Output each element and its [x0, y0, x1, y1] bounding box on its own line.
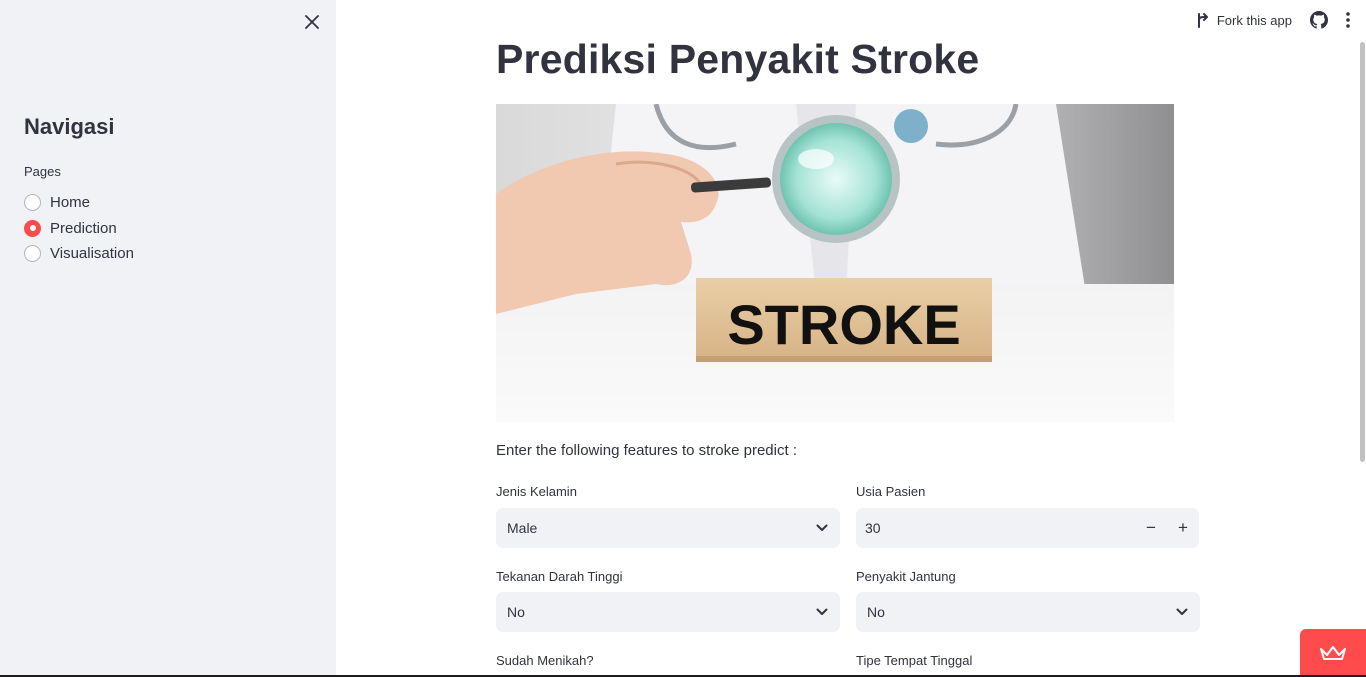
- github-icon: [1310, 11, 1328, 29]
- age-number-input[interactable]: 30 − +: [856, 508, 1199, 548]
- header-toolbar: Fork this app: [1196, 0, 1366, 40]
- fork-icon: [1197, 12, 1208, 28]
- hero-block-text: STROKE: [727, 293, 960, 356]
- pages-label: Pages: [24, 164, 61, 179]
- gender-label: Jenis Kelamin: [496, 484, 577, 499]
- close-icon: [305, 15, 319, 29]
- radio-button[interactable]: [24, 194, 41, 212]
- radio-label: Visualisation: [50, 245, 134, 263]
- residence-label: Tipe Tempat Tinggal: [856, 653, 973, 668]
- main-menu-button[interactable]: [1346, 12, 1350, 28]
- age-decrement-button[interactable]: −: [1135, 508, 1167, 548]
- age-increment-button[interactable]: +: [1167, 508, 1199, 548]
- page-title: Prediksi Penyakit Stroke: [496, 36, 980, 82]
- age-input-value[interactable]: 30: [856, 520, 1135, 536]
- hypertension-select[interactable]: No: [496, 592, 840, 632]
- gender-select[interactable]: Male: [496, 508, 840, 548]
- intro-text: Enter the following features to stroke p…: [496, 442, 797, 459]
- more-vertical-icon: [1346, 12, 1350, 28]
- crown-icon: [1320, 646, 1346, 660]
- age-label: Usia Pasien: [856, 484, 926, 499]
- fork-label: Fork this app: [1216, 12, 1292, 28]
- hero-image: STROKE: [496, 104, 1174, 422]
- radio-prediction[interactable]: Prediction: [24, 216, 134, 242]
- gender-select-value: Male: [507, 520, 538, 536]
- streamlit-badge-button[interactable]: [1300, 629, 1366, 677]
- scrollbar-thumb[interactable]: [1360, 42, 1365, 462]
- pages-radio-group: Home Prediction Visualisation: [24, 190, 134, 267]
- radio-visualisation[interactable]: Visualisation: [24, 241, 134, 267]
- radio-button[interactable]: [24, 245, 41, 263]
- radio-button-selected[interactable]: [24, 219, 41, 237]
- heart-disease-select-value: No: [867, 604, 885, 620]
- sidebar-title: Navigasi: [24, 114, 115, 139]
- radio-home[interactable]: Home: [24, 190, 134, 216]
- chevron-down-icon: [1176, 608, 1188, 615]
- sidebar: Navigasi Pages Home Prediction Visualisa…: [0, 0, 336, 677]
- radio-label: Prediction: [50, 219, 117, 237]
- fork-app-button[interactable]: Fork this app: [1196, 12, 1292, 29]
- heart-disease-select[interactable]: No: [856, 592, 1200, 632]
- radio-label: Home: [50, 194, 91, 212]
- married-label: Sudah Menikah?: [496, 653, 594, 668]
- chevron-down-icon: [816, 608, 828, 615]
- hypertension-select-value: No: [507, 604, 525, 620]
- chevron-down-icon: [816, 524, 828, 531]
- github-button[interactable]: [1310, 11, 1328, 29]
- hypertension-label: Tekanan Darah Tinggi: [496, 569, 623, 584]
- close-sidebar-button[interactable]: [300, 10, 324, 34]
- page-scrollbar[interactable]: [1358, 40, 1366, 677]
- hero-illustration: STROKE: [496, 104, 1174, 422]
- heart-disease-label: Penyakit Jantung: [856, 569, 956, 584]
